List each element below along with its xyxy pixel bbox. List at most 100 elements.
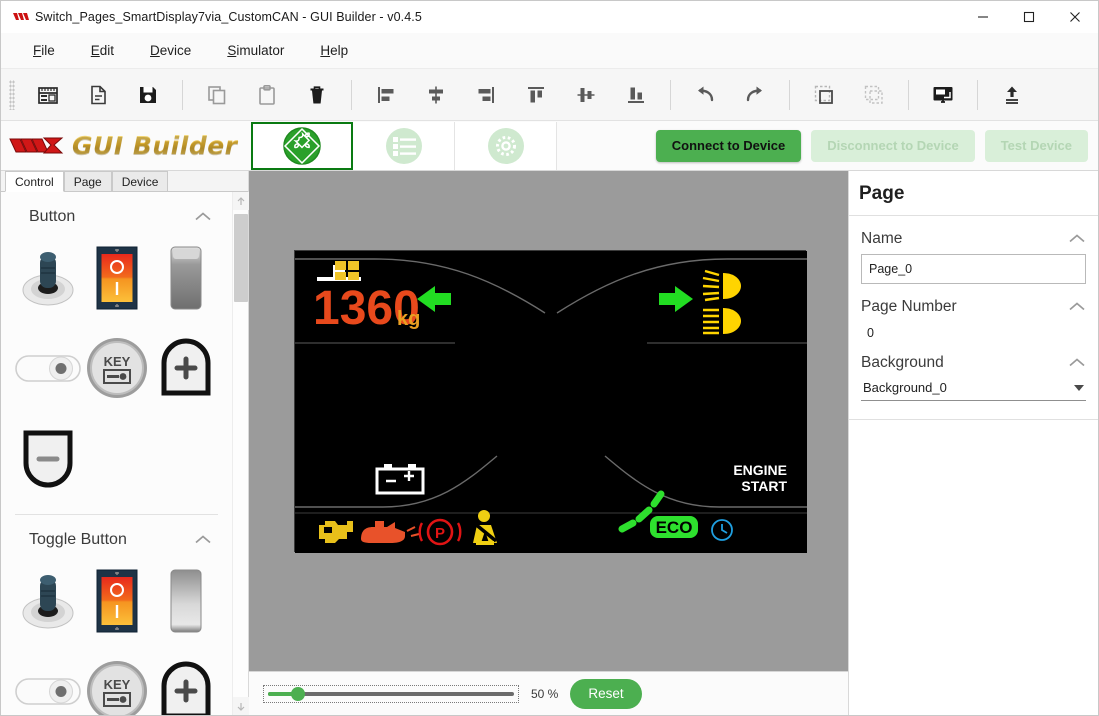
widget-toggle-lever-2[interactable] (13, 559, 82, 643)
preview-icon[interactable] (918, 73, 968, 117)
align-top-icon[interactable] (511, 73, 561, 117)
widget-pill-toggle[interactable] (13, 326, 82, 410)
test-device-button[interactable]: Test Device (984, 129, 1088, 162)
page-name-input[interactable] (861, 254, 1086, 284)
align-left-icon[interactable] (361, 73, 411, 117)
widget-minus-button[interactable] (13, 416, 82, 500)
widget-slide-switch-2[interactable] (151, 559, 220, 643)
chevron-down-icon[interactable] (1074, 384, 1084, 391)
tab-settings[interactable] (455, 121, 557, 170)
pill-toggle-icon (14, 678, 81, 705)
save-icon[interactable] (123, 73, 173, 117)
copy-icon[interactable] (192, 73, 242, 117)
menu-help[interactable]: Help (302, 39, 366, 62)
left-tab-control[interactable]: Control (5, 171, 64, 192)
section-header-button[interactable]: Button (1, 192, 232, 236)
widget-plus-button[interactable] (151, 326, 220, 410)
puzzle-diamond-icon (283, 126, 321, 165)
dashboard-preview[interactable]: 1360 kg P ECO ENGINE START (294, 250, 807, 553)
minus-button-icon (23, 430, 72, 488)
toolbar-separator (908, 79, 909, 110)
scroll-up-button[interactable] (232, 192, 249, 210)
property-header-name[interactable]: Name (861, 226, 1086, 254)
toggle-lever-switch-icon (22, 575, 73, 629)
new-page-icon[interactable] (73, 73, 123, 117)
align-center-horizontal-icon[interactable] (411, 73, 461, 117)
scrollbar-thumb[interactable] (233, 214, 248, 302)
palette-scrollbar[interactable] (232, 192, 249, 715)
zoom-slider[interactable] (268, 686, 514, 701)
delete-icon[interactable] (292, 73, 342, 117)
widget-rocker-switch-2[interactable] (82, 559, 151, 643)
ungroup-icon[interactable] (849, 73, 899, 117)
chevron-up-icon[interactable] (194, 210, 212, 225)
key-switch-icon: KEY (86, 338, 147, 398)
property-header-page-number[interactable]: Page Number (861, 294, 1086, 322)
load-unit: kg (397, 308, 420, 330)
window-title: Switch_Pages_SmartDisplay7via_CustomCAN … (35, 10, 422, 24)
menu-device-rest: evice (159, 43, 192, 58)
tab-design[interactable] (251, 121, 353, 170)
app-logo-icon (1, 11, 35, 23)
widget-toggle-lever[interactable] (13, 236, 82, 320)
undo-icon[interactable] (680, 73, 730, 117)
design-canvas[interactable]: 1360 kg P ECO ENGINE START (249, 171, 848, 671)
left-panel-tabs: Control Page Device (1, 171, 248, 192)
upload-icon[interactable] (987, 73, 1037, 117)
maximize-button[interactable] (1006, 1, 1052, 33)
gear-icon (487, 127, 524, 164)
section-header-toggle-button[interactable]: Toggle Button (1, 515, 232, 559)
dashboard-svg: 1360 kg P ECO ENGINE START (295, 251, 807, 553)
minimize-button[interactable] (960, 1, 1006, 33)
scroll-down-button[interactable] (232, 697, 249, 715)
widget-slide-switch[interactable] (151, 236, 220, 320)
disconnect-to-device-button[interactable]: Disconnect to Device (811, 129, 975, 162)
reset-zoom-button[interactable]: Reset (570, 678, 642, 709)
chevron-up-icon[interactable] (1068, 232, 1086, 247)
menu-simulator-rest: imulator (236, 43, 285, 58)
align-middle-icon[interactable] (561, 73, 611, 117)
widget-rocker-switch[interactable] (82, 236, 151, 320)
widget-pill-toggle-2[interactable] (13, 649, 82, 715)
chevron-up-icon[interactable] (1068, 300, 1086, 315)
group-icon[interactable] (799, 73, 849, 117)
menu-edit[interactable]: Edit (73, 39, 132, 62)
zoom-slider-container[interactable] (263, 684, 519, 703)
toolbar-separator (977, 79, 978, 110)
chevron-up-icon[interactable] (1068, 356, 1086, 371)
redo-icon[interactable] (730, 73, 780, 117)
main-body: Control Page Device Button KEY Toggle Bu… (1, 171, 1098, 715)
menu-file[interactable]: File (15, 39, 73, 62)
property-name: Name (849, 216, 1098, 284)
left-tab-page[interactable]: Page (63, 171, 112, 191)
scrollbar-track[interactable] (233, 210, 249, 697)
tab-list[interactable] (353, 121, 455, 170)
widget-key-switch-2[interactable]: KEY (82, 649, 151, 715)
menu-help-rest: elp (330, 43, 349, 58)
zoom-slider-knob[interactable] (290, 686, 305, 701)
new-project-icon[interactable] (23, 73, 73, 117)
widget-key-switch[interactable]: KEY (82, 326, 151, 410)
list-icon (385, 127, 422, 164)
background-select[interactable]: Background_0 (861, 378, 1086, 401)
slide-switch-icon (170, 569, 201, 633)
property-header-background[interactable]: Background (861, 350, 1086, 378)
chevron-logo-icon (9, 137, 64, 153)
left-panel: Control Page Device Button KEY Toggle Bu… (1, 171, 249, 715)
widget-plus-button-2[interactable] (151, 649, 220, 715)
mode-tabs (251, 121, 557, 171)
toolbar-separator (182, 79, 183, 110)
close-button[interactable] (1052, 1, 1098, 33)
align-right-icon[interactable] (461, 73, 511, 117)
widget-palette: Button KEY Toggle Button KEY (1, 192, 232, 715)
toolbar-grip[interactable] (9, 79, 15, 110)
menu-device[interactable]: Device (132, 39, 209, 62)
plus-button-icon (161, 338, 210, 396)
left-tab-device[interactable]: Device (111, 171, 169, 191)
plus-button-icon (161, 661, 210, 715)
align-bottom-icon[interactable] (611, 73, 661, 117)
chevron-up-icon[interactable] (194, 533, 212, 548)
paste-icon[interactable] (242, 73, 292, 117)
menu-simulator[interactable]: Simulator (209, 39, 302, 62)
connect-to-device-button[interactable]: Connect to Device (655, 129, 802, 162)
